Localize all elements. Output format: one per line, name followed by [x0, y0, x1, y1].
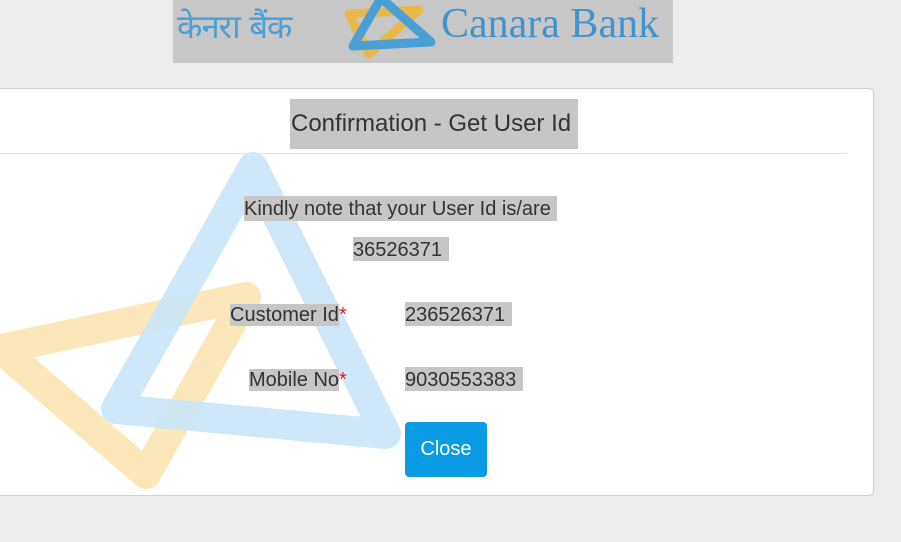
confirmation-panel: Confirmation - Get User Id Kindly note t… — [0, 88, 874, 496]
required-asterisk: * — [339, 369, 347, 391]
required-asterisk: * — [338, 304, 347, 326]
user-id-note: Kindly note that your User Id is/are — [244, 196, 557, 221]
customer-id-value: 236526371 — [405, 302, 513, 326]
canara-bank-triangle-logo-icon — [344, 0, 436, 59]
user-id-value: 36526371 — [353, 237, 449, 261]
page-title: Confirmation - Get User Id — [290, 99, 579, 149]
mobile-no-value: 9030553383 — [405, 367, 524, 391]
logo-english-text: Canara Bank — [441, 1, 660, 47]
mobile-no-label: Mobile No* — [249, 367, 347, 391]
customer-id-label: Customer Id* — [230, 302, 347, 326]
mobile-no-label-text: Mobile No — [249, 369, 340, 391]
customer-id-label-text: Customer Id — [230, 304, 339, 326]
close-button[interactable]: Close — [405, 422, 487, 477]
bank-logo: केनरा बैंक Canara Bank — [173, 0, 673, 63]
page: केनरा बैंक Canara Bank Confirmation - Ge… — [0, 0, 901, 542]
panel-header: Confirmation - Get User Id — [0, 89, 847, 154]
logo-hindi-text: केनरा बैंक — [177, 7, 292, 46]
